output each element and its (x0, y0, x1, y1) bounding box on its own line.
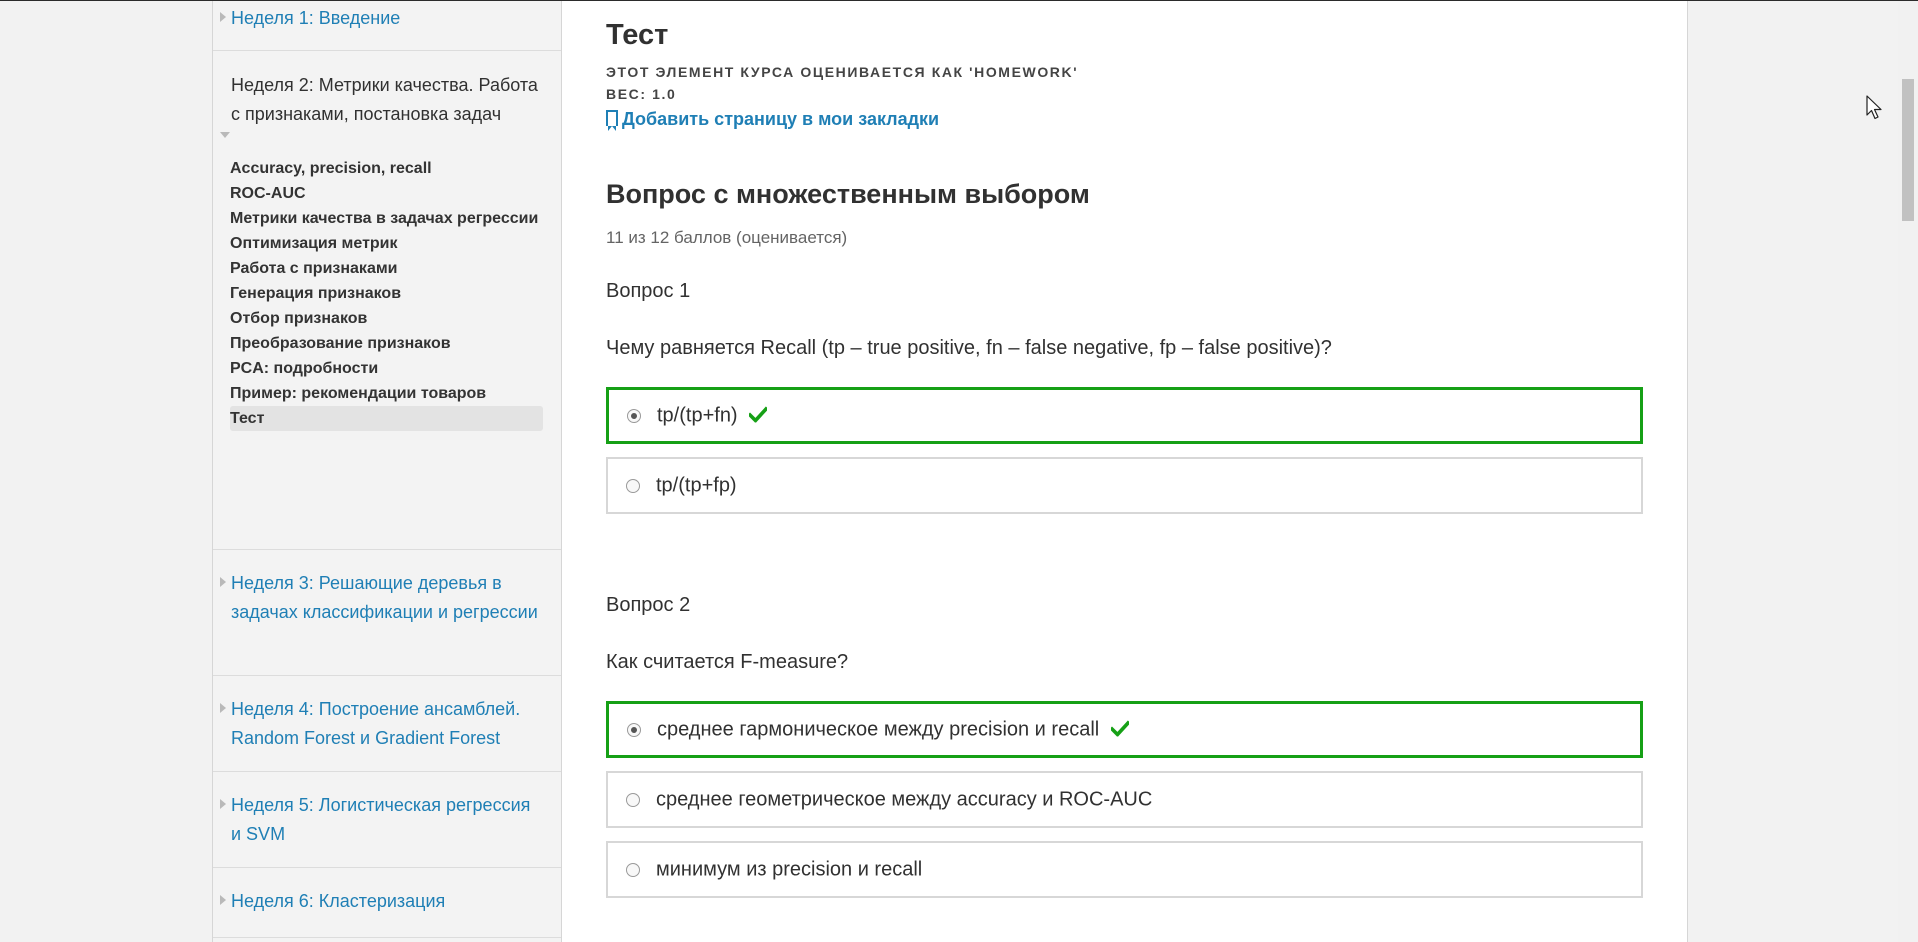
question-2-choice-2[interactable]: среднее геометрическое между accuracy и … (606, 771, 1643, 828)
mouse-cursor-icon (1866, 95, 1882, 120)
radio-button[interactable] (626, 792, 640, 807)
section-test-current[interactable]: Тест (230, 406, 543, 431)
section-feature-transformation[interactable]: Преобразование признаков (230, 331, 543, 356)
choice-label: минимум из precision и recall (656, 858, 923, 880)
section-working-with-features[interactable]: Работа с признаками (230, 256, 543, 281)
check-icon (749, 406, 768, 422)
weight-label: ВЕС: 1.0 (606, 86, 677, 102)
choice-label: среднее геометрическое между accuracy и … (656, 788, 1153, 810)
question-2-label: Вопрос 2 (606, 594, 691, 616)
page-scrollbar[interactable] (1898, 1, 1918, 942)
bookmark-icon (606, 110, 618, 131)
problem-score: 11 из 12 баллов (оценивается) (606, 228, 848, 247)
choice-label: среднее гармоническое между precision и … (657, 718, 1100, 740)
chapter-week-4[interactable]: Неделя 4: Построение ансамблей. Random F… (213, 676, 561, 772)
radio-button[interactable] (626, 862, 640, 877)
radio-button[interactable] (626, 478, 640, 493)
chevron-right-icon (220, 12, 226, 22)
chapter-title-week-1[interactable]: Неделя 1: Введение (213, 1, 561, 33)
chevron-right-icon (220, 799, 226, 809)
chapter-week-1[interactable]: Неделя 1: Введение (213, 1, 561, 51)
problem-title: Вопрос с множественным выбором (606, 179, 1090, 209)
check-icon (1110, 720, 1129, 736)
question-1-text: Чему равняется Recall (tp – true positiv… (606, 337, 1332, 359)
chevron-right-icon (220, 703, 226, 713)
course-content: Тест ЭТОТ ЭЛЕМЕНТ КУРСА ОЦЕНИВАЕТСЯ КАК … (562, 1, 1688, 942)
question-2-choice-1[interactable]: среднее гармоническое между precision и … (606, 701, 1643, 758)
week-2-section-list: Accuracy, precision, recall ROC-AUC Метр… (213, 129, 561, 449)
section-metric-optimization[interactable]: Оптимизация метрик (230, 231, 543, 256)
graded-as-label: ЭТОТ ЭЛЕМЕНТ КУРСА ОЦЕНИВАЕТСЯ КАК 'HOME… (606, 64, 1079, 80)
chapter-week-5[interactable]: Неделя 5: Логистическая регрессия и SVM (213, 772, 561, 868)
section-pca-details[interactable]: PCA: подробности (230, 356, 543, 381)
chapter-week-6[interactable]: Неделя 6: Кластеризация (213, 868, 561, 938)
section-feature-selection[interactable]: Отбор признаков (230, 306, 543, 331)
question-2-text: Как считается F-measure? (606, 651, 849, 673)
chevron-right-icon (220, 577, 226, 587)
question-2-choice-3[interactable]: минимум из precision и recall (606, 841, 1643, 898)
chapter-title-week-5[interactable]: Неделя 5: Логистическая регрессия и SVM (213, 772, 561, 849)
section-feature-generation[interactable]: Генерация признаков (230, 281, 543, 306)
chapter-week-3[interactable]: Неделя 3: Решающие деревья в задачах кла… (213, 550, 561, 676)
chapter-title-week-2[interactable]: Неделя 2: Метрики качества. Работа с при… (213, 51, 561, 129)
choice-label-wrapper: tp/(tp+fn) (657, 404, 768, 427)
choice-label: tp/(tp+fp) (656, 474, 737, 496)
question-1-label: Вопрос 1 (606, 280, 691, 302)
section-accuracy-precision-recall[interactable]: Accuracy, precision, recall (230, 156, 543, 181)
bookmark-label: Добавить страницу в мои закладки (622, 109, 940, 129)
chapter-week-2[interactable]: Неделя 2: Метрики качества. Работа с при… (213, 51, 561, 550)
question-1-choice-1[interactable]: tp/(tp+fn) (606, 387, 1643, 444)
section-regression-metrics[interactable]: Метрики качества в задачах регрессии (230, 206, 543, 231)
choice-label-wrapper: среднее гармоническое между precision и … (657, 718, 1129, 741)
page-title: Тест (606, 19, 669, 51)
choice-label: tp/(tp+fn) (657, 404, 738, 426)
radio-button-selected[interactable] (627, 408, 641, 423)
chevron-down-icon (220, 132, 230, 138)
add-bookmark-link[interactable]: Добавить страницу в мои закладки (606, 109, 940, 131)
scrollbar-thumb[interactable] (1902, 79, 1914, 221)
question-1-choice-2[interactable]: tp/(tp+fp) (606, 457, 1643, 514)
chapter-title-week-6[interactable]: Неделя 6: Кластеризация (213, 868, 561, 916)
radio-button-selected[interactable] (627, 722, 641, 737)
chevron-right-icon (220, 895, 226, 905)
course-navigation-sidebar: Неделя 1: Введение Неделя 2: Метрики кач… (212, 1, 562, 942)
section-recommendation-example[interactable]: Пример: рекомендации товаров (230, 381, 543, 406)
chapter-title-week-4[interactable]: Неделя 4: Построение ансамблей. Random F… (213, 676, 561, 753)
grading-info: ЭТОТ ЭЛЕМЕНТ КУРСА ОЦЕНИВАЕТСЯ КАК 'HOME… (606, 61, 1078, 105)
section-roc-auc[interactable]: ROC-AUC (230, 181, 543, 206)
chapter-title-week-3[interactable]: Неделя 3: Решающие деревья в задачах кла… (213, 550, 561, 627)
